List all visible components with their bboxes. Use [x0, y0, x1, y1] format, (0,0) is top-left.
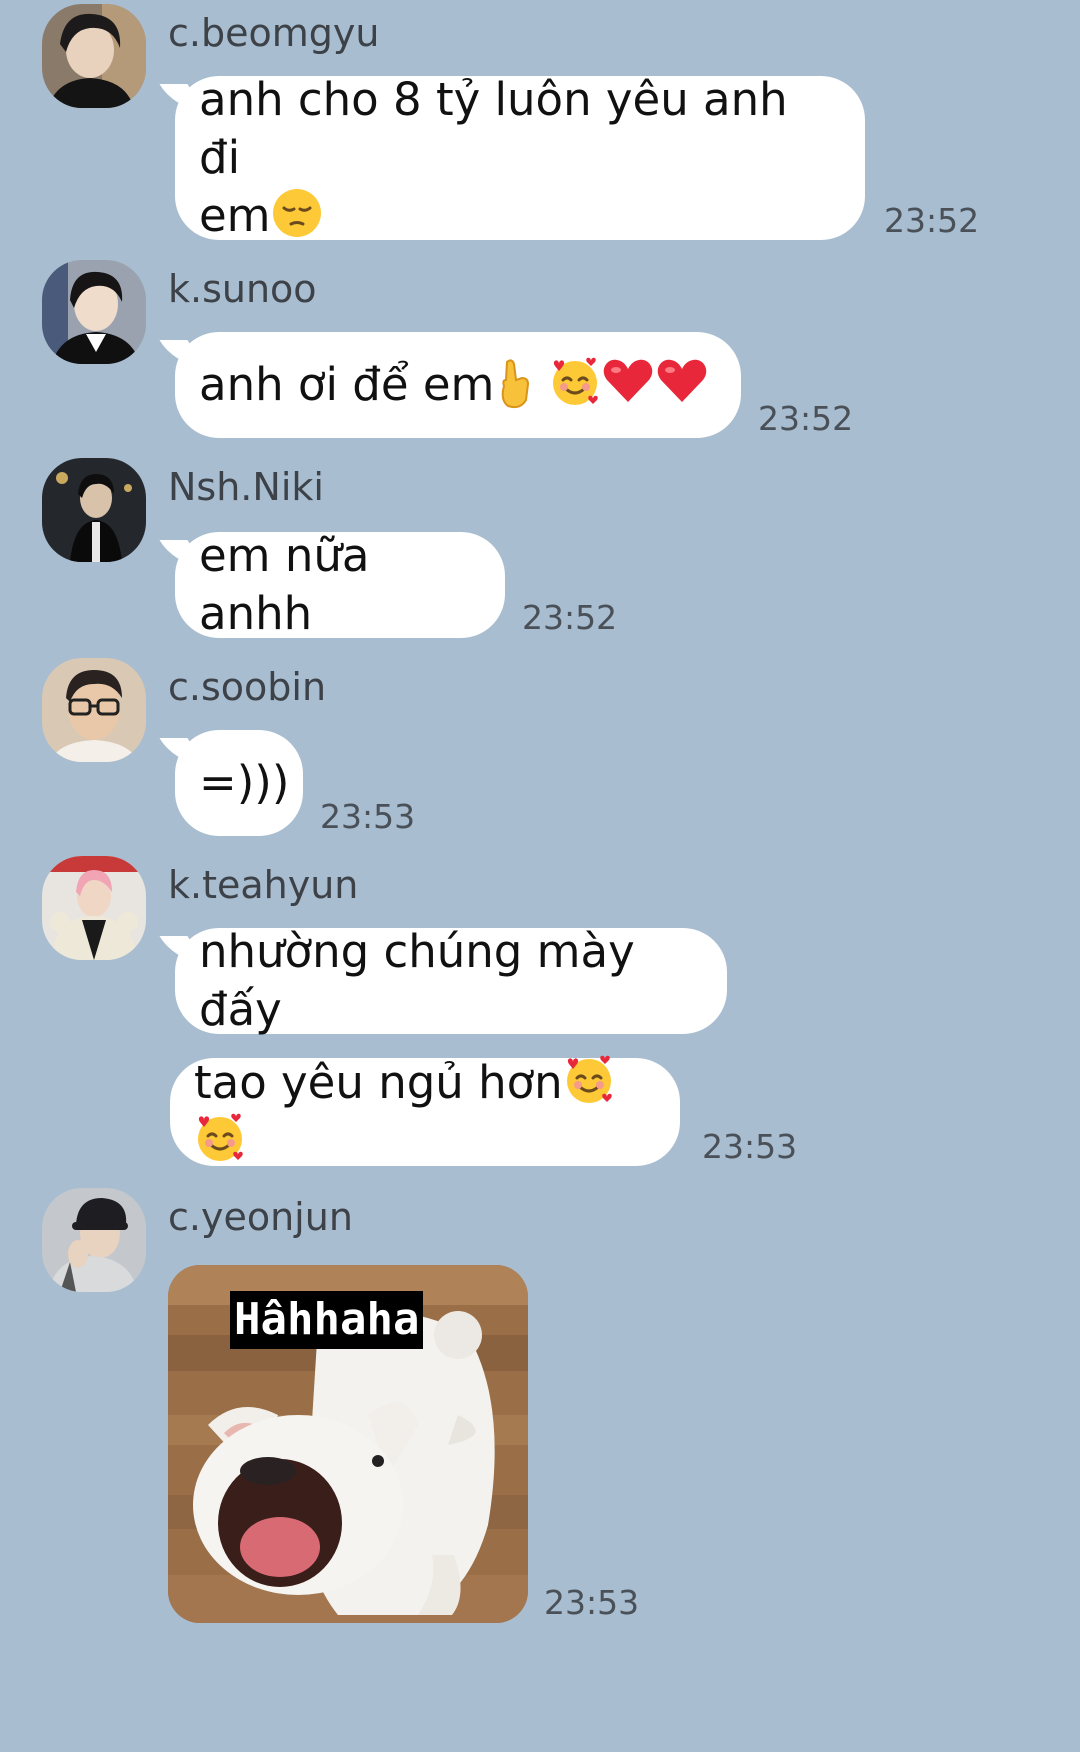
sender-name[interactable]: k.sunoo: [168, 270, 317, 308]
laughing-white-dog-sticker[interactable]: Hâhhaha: [168, 1265, 528, 1623]
message-timestamp: 23:53: [544, 1583, 640, 1622]
avatar-dark-hair-icon[interactable]: [42, 4, 146, 108]
avatar-suit-icon[interactable]: [42, 260, 146, 364]
message-bubble[interactable]: tao yêu ngủ hơn: [170, 1055, 680, 1166]
message-text: tao yêu ngủ hơn: [194, 1054, 656, 1170]
message-timestamp: 23:52: [884, 201, 980, 240]
message-bubble[interactable]: em nữa anhh: [175, 529, 505, 640]
smiling-face-with-hearts-emoji: [552, 357, 598, 405]
message-bubble[interactable]: anh cho 8 tỷ luôn yêu anh đi em: [175, 73, 865, 242]
message-timestamp: 23:53: [702, 1127, 798, 1166]
message-timestamp: 23:52: [522, 598, 618, 637]
smiling-face-with-hearts-emoji: [198, 1113, 243, 1161]
pensive-face-emoji: [272, 189, 321, 237]
avatar-glasses-icon[interactable]: [42, 658, 146, 762]
sender-name[interactable]: c.beomgyu: [168, 14, 379, 52]
avatar-cap-icon[interactable]: [42, 1188, 146, 1292]
avatar-night-icon[interactable]: [42, 458, 146, 562]
sender-name[interactable]: c.yeonjun: [168, 1198, 353, 1236]
message-text: nhường chúng mày đấy: [199, 925, 635, 1036]
message-text: em nữa anhh: [199, 529, 370, 640]
smiling-face-with-hearts-emoji: [566, 1055, 612, 1103]
sticker-caption: Hâhhaha: [230, 1291, 424, 1349]
sender-name[interactable]: Nsh.Niki: [168, 468, 324, 506]
message-bubble[interactable]: nhường chúng mày đấy: [175, 925, 727, 1036]
message-bubble[interactable]: anh ơi để em: [175, 332, 741, 438]
message-text: =))): [199, 756, 290, 809]
message-text: anh cho 8 tỷ luôn yêu anh đi em: [199, 73, 788, 242]
message-text: anh ơi để em: [199, 356, 709, 414]
message-timestamp: 23:52: [758, 399, 854, 438]
message-bubble[interactable]: =))): [175, 730, 303, 836]
message-timestamp: 23:53: [320, 797, 416, 836]
red-heart-emoji: [603, 359, 652, 402]
red-heart-emoji: [657, 359, 706, 402]
crossed-fingers-heart-emoji: [502, 359, 530, 409]
sender-name[interactable]: c.soobin: [168, 668, 326, 706]
avatar-pink-hair-icon[interactable]: [42, 856, 146, 960]
sender-name[interactable]: k.teahyun: [168, 866, 358, 904]
